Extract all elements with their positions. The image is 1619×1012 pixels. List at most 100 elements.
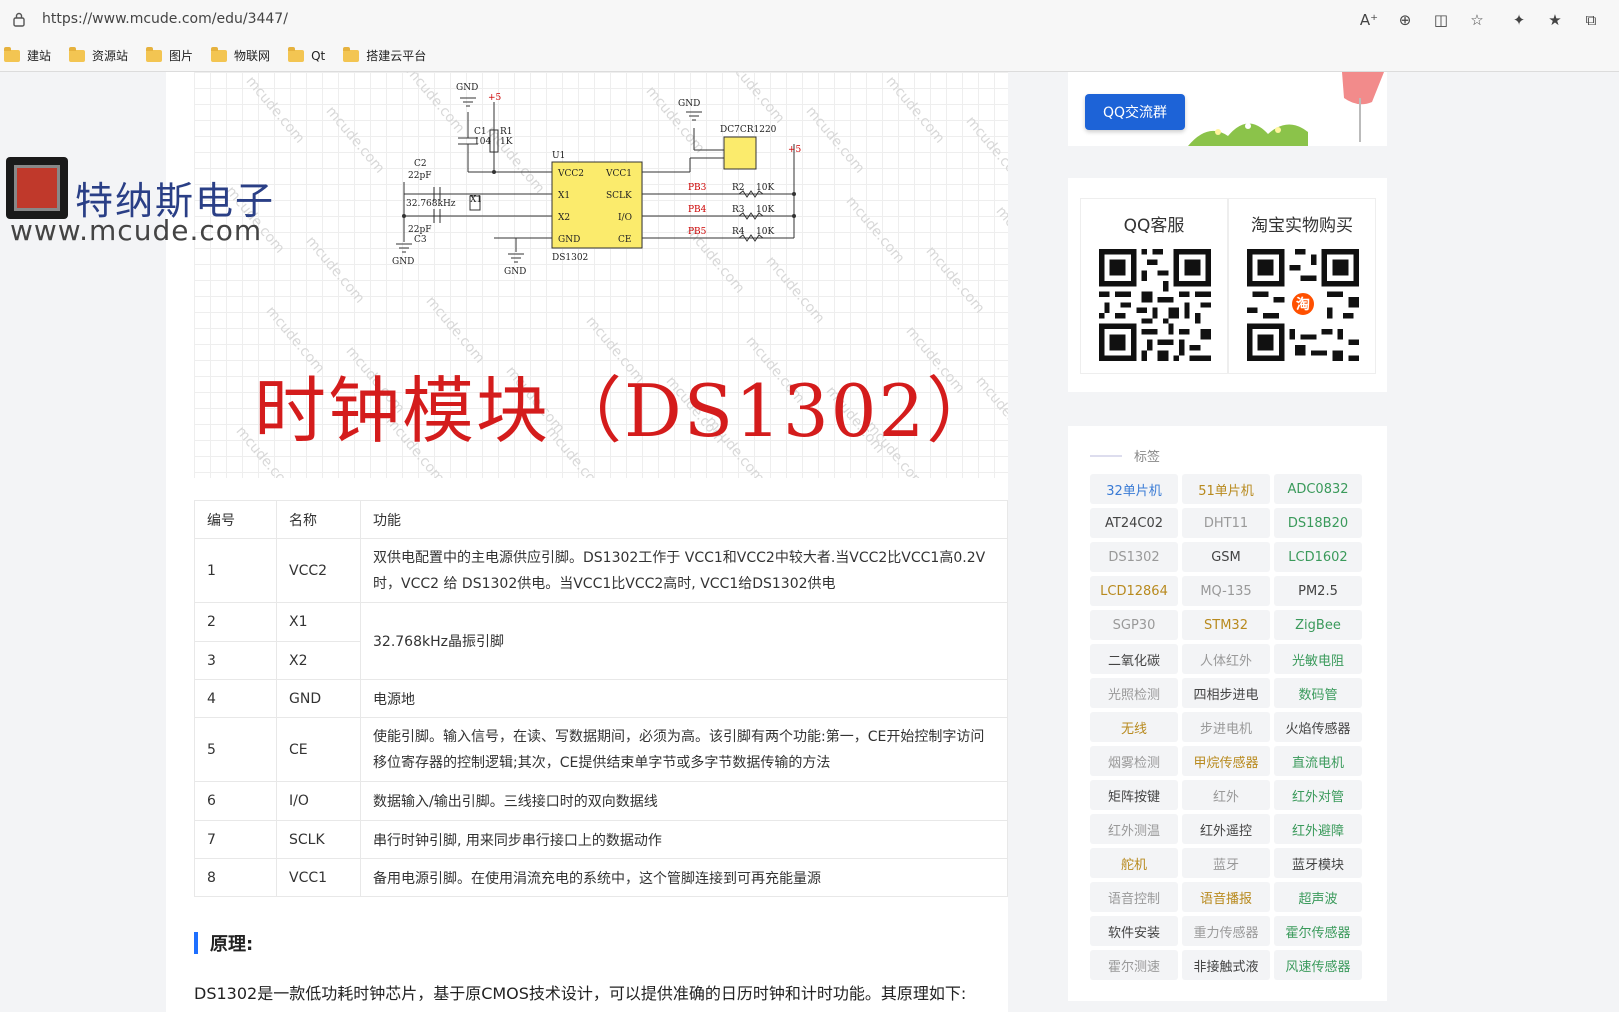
tag-link[interactable]: 四相步进电 (1182, 678, 1270, 708)
tag-link[interactable]: 蓝牙 (1182, 848, 1270, 878)
tag-link[interactable]: 红外 (1182, 780, 1270, 810)
tag-link[interactable]: 软件安装 (1090, 916, 1178, 946)
tag-link[interactable]: DHT11 (1182, 508, 1270, 538)
pin-name: X1 (276, 602, 361, 642)
tag-link[interactable]: 红外避障 (1274, 814, 1362, 844)
schematic-label: 22pF (408, 225, 431, 235)
tag-link[interactable]: 51单片机 (1182, 474, 1270, 504)
tag-link[interactable]: 人体红外 (1182, 644, 1270, 674)
pin-function: 32.768kHz晶振引脚 (360, 602, 1008, 680)
schematic-label: PB5 (688, 227, 707, 237)
schematic-label: R2 (732, 183, 745, 193)
bookmark-folder[interactable]: Qt (288, 46, 325, 63)
tag-link[interactable]: 语音控制 (1090, 882, 1178, 912)
tag-link[interactable]: 光照检测 (1090, 678, 1178, 708)
site-logo-icon[interactable] (6, 157, 68, 219)
schematic-label: DS1302 (552, 253, 588, 263)
tag-link[interactable]: 蓝牙模块 (1274, 848, 1362, 878)
schematic-label: 22pF (408, 171, 431, 181)
schematic-label: U1 (552, 151, 565, 161)
qq-qrcode-image (1099, 249, 1211, 361)
schematic-label: GND (558, 235, 580, 245)
schematic-label: X2 (558, 213, 570, 223)
tag-link[interactable]: ZigBee (1274, 610, 1362, 640)
tag-link[interactable]: 火焰传感器 (1274, 712, 1362, 742)
tag-link[interactable]: 霍尔传感器 (1274, 916, 1362, 946)
schematic-label: VCC1 (605, 169, 632, 179)
pin-number: 4 (194, 679, 277, 718)
pin-number: 8 (194, 858, 277, 897)
tag-link[interactable]: STM32 (1182, 610, 1270, 640)
tag-link[interactable]: LCD1602 (1274, 542, 1362, 572)
table-header: 名称 (276, 500, 361, 539)
collections-icon[interactable]: ⧉ (1573, 8, 1609, 32)
tag-link[interactable]: 语音播报 (1182, 882, 1270, 912)
tag-link[interactable]: 无线 (1090, 712, 1178, 742)
tag-link[interactable]: LCD12864 (1090, 576, 1178, 606)
schematic-label: X1 (558, 191, 570, 201)
schematic-label: GND (392, 257, 414, 267)
pin-name: X2 (276, 641, 361, 680)
bookmark-folder[interactable]: 图片 (146, 46, 193, 64)
tag-link[interactable]: 光敏电阻 (1274, 644, 1362, 674)
favorites-icon[interactable]: ★ (1537, 8, 1573, 32)
tag-link[interactable]: DS1302 (1090, 542, 1178, 572)
pin-name: VCC1 (276, 858, 361, 897)
pin-number: 5 (194, 717, 277, 782)
tag-link[interactable]: 甲烷传感器 (1182, 746, 1270, 776)
qq-group-button[interactable]: QQ交流群 (1085, 94, 1185, 130)
bookmark-folder[interactable]: 建站 (4, 46, 51, 64)
tag-link[interactable]: 直流电机 (1274, 746, 1362, 776)
site-logo-url: www.mcude.com (10, 214, 263, 247)
tag-link[interactable]: 数码管 (1274, 678, 1362, 708)
qq-service-card: QQ客服 (1080, 198, 1228, 374)
read-aloud-icon[interactable]: A⁺ (1351, 8, 1387, 32)
add-favorite-icon[interactable]: ☆ (1459, 8, 1495, 32)
bookmark-folder[interactable]: 搭建云平台 (343, 46, 426, 64)
tag-link[interactable]: MQ-135 (1182, 576, 1270, 606)
tag-link[interactable]: 非接触式液 (1182, 950, 1270, 980)
tag-link[interactable]: 矩阵按键 (1090, 780, 1178, 810)
tag-link[interactable]: 红外对管 (1274, 780, 1362, 810)
tag-link[interactable]: 二氧化碳 (1090, 644, 1178, 674)
extensions-icon[interactable]: ✦ (1501, 8, 1537, 32)
pin-function: 使能引脚。输入信号，在读、写数据期间，必须为高。该引脚有两个功能:第一，CE开始… (360, 717, 1008, 782)
address-bar[interactable]: https://www.mcude.com/edu/3447/ (42, 11, 288, 27)
tag-link[interactable]: AT24C02 (1090, 508, 1178, 538)
tags-heading-line (1090, 454, 1122, 457)
bookmark-folder[interactable]: 物联网 (211, 46, 270, 64)
tag-link[interactable]: 超声波 (1274, 882, 1362, 912)
bookmark-folder[interactable]: 资源站 (69, 46, 128, 64)
tag-link[interactable]: 风速传感器 (1274, 950, 1362, 980)
tag-link[interactable]: 红外测温 (1090, 814, 1178, 844)
lock-icon[interactable] (12, 11, 26, 27)
folder-icon (343, 46, 360, 62)
schematic-label: I/O (618, 213, 632, 223)
tag-link[interactable]: 步进电机 (1182, 712, 1270, 742)
girl-umbrella-illustration (1342, 72, 1384, 142)
tag-link[interactable]: PM2.5 (1274, 576, 1362, 606)
tag-link[interactable]: 红外遥控 (1182, 814, 1270, 844)
pin-function: 备用电源引脚。在使用涓流充电的系统中，这个管脚连接到可再充能量源 (360, 858, 1008, 897)
split-screen-icon[interactable]: ◫ (1423, 8, 1459, 32)
pin-name: CE (276, 717, 361, 782)
tag-link[interactable]: ADC0832 (1274, 474, 1362, 504)
pin-function: 串行时钟引脚, 用来同步串行接口上的数据动作 (360, 820, 1008, 859)
tag-link[interactable]: GSM (1182, 542, 1270, 572)
zoom-icon[interactable]: ⊕ (1387, 8, 1423, 32)
tag-link[interactable]: DS18B20 (1274, 508, 1362, 538)
pin-function: 电源地 (360, 679, 1008, 718)
tag-link[interactable]: SGP30 (1090, 610, 1178, 640)
tag-link[interactable]: 重力传感器 (1182, 916, 1270, 946)
pin-name: GND (276, 679, 361, 718)
pin-number: 3 (194, 641, 277, 680)
tag-link[interactable]: 舵机 (1090, 848, 1178, 878)
pin-number: 1 (194, 538, 277, 603)
tag-link[interactable]: 霍尔测速 (1090, 950, 1178, 980)
folder-icon (4, 46, 20, 62)
tags-panel: 标签 32单片机 51单片机 ADC0832 AT24C02 DHT11 DS18B20 D… (1068, 426, 1387, 1001)
qq-group-banner: QQ交流群 (1068, 72, 1387, 146)
tag-link[interactable]: 32单片机 (1090, 474, 1178, 504)
tag-link[interactable]: 烟雾检测 (1090, 746, 1178, 776)
folder-icon (69, 46, 86, 62)
